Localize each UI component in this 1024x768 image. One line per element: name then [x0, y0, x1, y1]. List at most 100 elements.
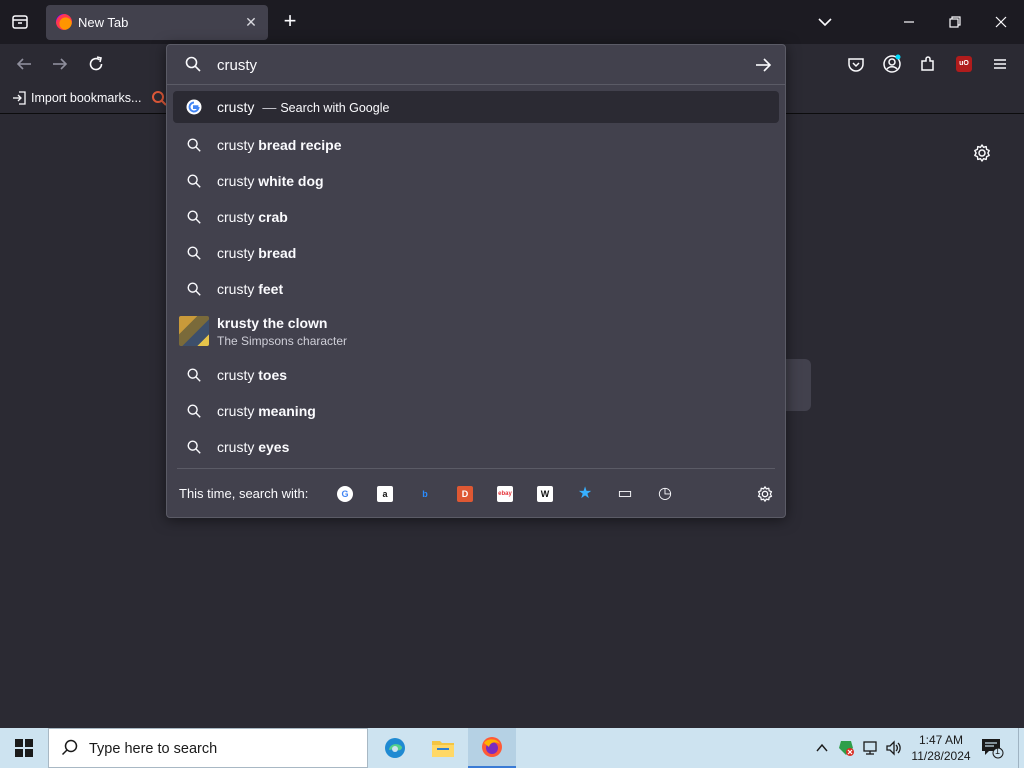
search-icon: [184, 401, 204, 421]
search-suggestion[interactable]: crusty toes: [173, 357, 779, 393]
suggestion-text: crusty bread recipe: [217, 137, 342, 153]
suggestion-prefix: crusty: [217, 367, 255, 383]
suggestion-prefix: crusty: [217, 403, 255, 419]
restore-icon: [949, 16, 961, 28]
search-suggestion[interactable]: crusty crab: [173, 199, 779, 235]
suggestion-text: crusty toes: [217, 367, 287, 383]
search-icon: [184, 135, 204, 155]
clock-time: 1:47 AM: [918, 733, 964, 747]
edge-icon: [385, 738, 405, 758]
one-off-amazon-engine-button[interactable]: a: [375, 484, 395, 504]
suggestion-text: crusty feet: [217, 281, 283, 297]
reload-icon: [89, 56, 103, 71]
heuristic-result[interactable]: crusty — Search with Google: [173, 91, 779, 123]
search-icon: [184, 437, 204, 457]
one-off-search-buttons: This time, search with: Ga b Debay W ★ ▭ ◷: [167, 468, 785, 518]
minimize-icon: [904, 21, 914, 23]
divider: [177, 468, 775, 469]
tab-new-tab[interactable]: New Tab ✕: [46, 5, 268, 40]
ublock-origin-button[interactable]: uO: [952, 52, 976, 76]
network-icon: [863, 741, 877, 755]
list-all-tabs-button[interactable]: [8, 10, 32, 34]
search-suggestion[interactable]: crusty feet: [173, 271, 779, 307]
forward-button[interactable]: [48, 52, 72, 76]
restore-button[interactable]: [943, 10, 967, 34]
close-tab-icon[interactable]: ✕: [242, 13, 260, 31]
search-icon: [184, 55, 204, 75]
one-off-tabs-button[interactable]: ▭: [615, 484, 635, 504]
notification-count: 1: [995, 746, 1001, 756]
taskbar-edge[interactable]: [371, 728, 419, 768]
back-button[interactable]: [12, 52, 36, 76]
taskbar-search-box[interactable]: Type here to search: [48, 728, 368, 768]
import-bookmarks-label: Import bookmarks...: [31, 91, 142, 105]
suggestion-text: crusty crab: [217, 209, 288, 225]
one-off-google-engine-button[interactable]: G: [335, 484, 355, 504]
chevron-up-icon: [816, 743, 828, 752]
notification-icon: [982, 739, 1004, 759]
search-suggestion[interactable]: crusty white dog: [173, 163, 779, 199]
app-menu-button[interactable]: [988, 52, 1012, 76]
search-icon: [61, 739, 81, 759]
one-off-ebay-engine-button[interactable]: ebay: [495, 484, 515, 504]
wikipedia-engine-icon: W: [537, 486, 553, 502]
import-bookmarks-button[interactable]: Import bookmarks...: [12, 91, 141, 105]
start-button[interactable]: [0, 728, 48, 768]
suggestion-prefix: crusty: [217, 281, 255, 297]
suggestion-completion: white dog: [258, 173, 324, 189]
minimize-button[interactable]: [897, 10, 921, 34]
clock-date: 11/28/2024: [911, 749, 971, 763]
personalize-settings-button[interactable]: [972, 143, 994, 165]
tab-bar: New Tab ✕ +: [0, 0, 1024, 44]
show-hidden-icons-button[interactable]: [812, 738, 832, 758]
search-suggestion[interactable]: crusty meaning: [173, 393, 779, 429]
forward-arrow-icon: [53, 58, 68, 70]
page-search-box[interactable]: [785, 359, 811, 411]
taskbar-firefox[interactable]: [468, 728, 516, 768]
duckduckgo-engine-icon: D: [457, 486, 473, 502]
windows-logo-icon: [15, 739, 33, 757]
reload-button[interactable]: [84, 52, 108, 76]
one-off-bookmarks-button[interactable]: ★: [575, 484, 595, 504]
back-arrow-icon: [16, 58, 31, 70]
suggestion-completion: eyes: [258, 439, 290, 455]
chevron-down-icon[interactable]: [814, 11, 836, 33]
folder-icon: [432, 741, 454, 757]
new-tab-button[interactable]: +: [280, 10, 300, 34]
bing-engine-icon: b: [422, 489, 428, 499]
urlbar-input[interactable]: [217, 54, 737, 76]
search-icon: [184, 243, 204, 263]
one-off-history-button[interactable]: ◷: [655, 484, 675, 504]
volume-button[interactable]: [884, 738, 904, 758]
search-suggestion[interactable]: crusty bread: [173, 235, 779, 271]
suggestion-completion: meaning: [258, 403, 316, 419]
heuristic-query: crusty: [217, 99, 255, 115]
bookmark-search-icon[interactable]: [151, 90, 167, 106]
go-arrow-button[interactable]: [753, 55, 775, 77]
search-suggestion[interactable]: crusty bread recipe: [173, 127, 779, 163]
search-icon: [184, 365, 204, 385]
rich-suggestion[interactable]: krusty the clown The Simpsons character: [173, 307, 779, 357]
heuristic-action: Search with Google: [280, 101, 390, 115]
action-center-button[interactable]: 1: [980, 737, 1004, 759]
extensions-button[interactable]: [916, 52, 940, 76]
account-button[interactable]: [880, 52, 904, 76]
taskbar-file-explorer[interactable]: [419, 728, 467, 768]
suggestion-text: crusty white dog: [217, 173, 324, 189]
suggestion-completion: toes: [258, 367, 288, 383]
one-off-bing-engine-button[interactable]: b: [415, 484, 435, 504]
network-button[interactable]: [860, 738, 880, 758]
search-settings-button[interactable]: [755, 484, 775, 504]
search-suggestion[interactable]: crusty eyes: [173, 429, 779, 465]
close-window-button[interactable]: [989, 10, 1013, 34]
show-desktop-button[interactable]: [1018, 728, 1024, 768]
gear-icon: [974, 144, 990, 162]
tray-app-icon[interactable]: [836, 738, 856, 758]
system-clock[interactable]: 1:47 AM 11/28/2024: [910, 732, 972, 764]
one-off-duckduckgo-engine-button[interactable]: D: [455, 484, 475, 504]
google-engine-icon: G: [337, 486, 353, 502]
suggestion-text: crusty meaning: [217, 403, 316, 419]
one-off-wikipedia-engine-button[interactable]: W: [535, 484, 555, 504]
pocket-button[interactable]: [844, 52, 868, 76]
urlbar-dropdown: crusty —Search with Google crusty bread r…: [166, 44, 786, 518]
